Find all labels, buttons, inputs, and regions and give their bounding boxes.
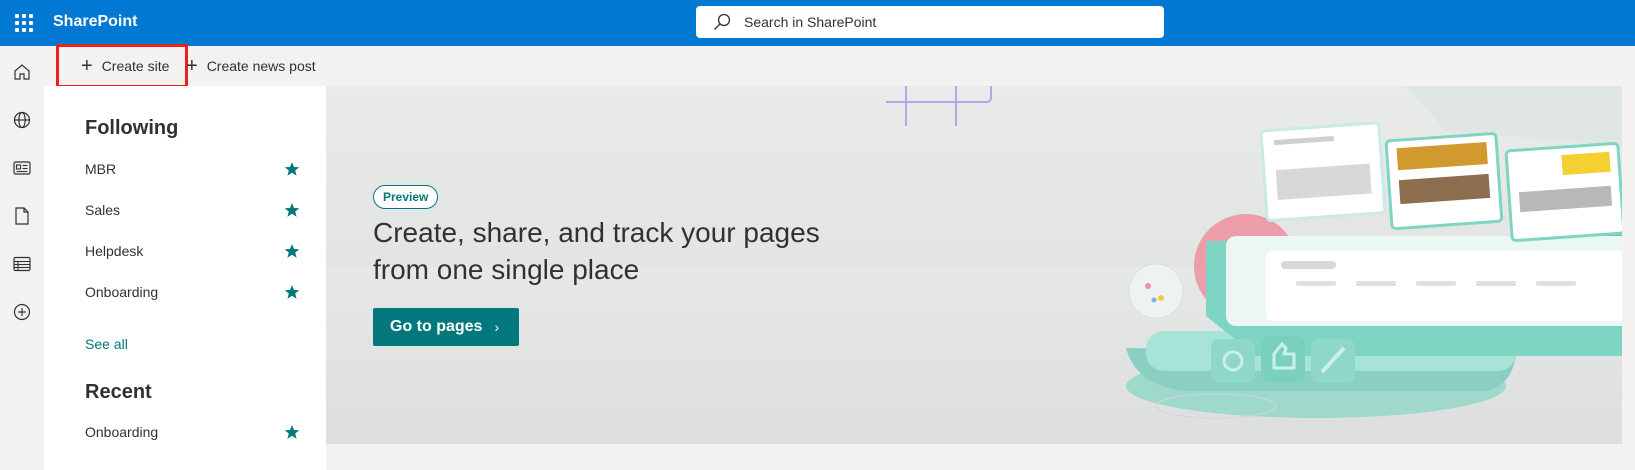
following-site-item[interactable]: Onboarding — [85, 280, 300, 304]
following-site-item[interactable]: Sales — [85, 198, 300, 222]
hero-banner: Preview Create, share, and track your pa… — [326, 86, 1622, 444]
following-heading: Following — [85, 117, 179, 139]
following-site-item[interactable]: Helpdesk — [85, 239, 300, 263]
recent-heading: Recent — [85, 381, 152, 403]
home-icon[interactable] — [6, 56, 38, 88]
create-site-button[interactable]: + Create site — [56, 44, 188, 88]
site-label: Sales — [85, 202, 121, 218]
chevron-right-icon: › — [494, 319, 500, 335]
news-icon[interactable] — [6, 152, 38, 184]
app-title[interactable]: SharePoint — [53, 13, 137, 31]
create-news-post-button[interactable]: + Create news post — [186, 46, 316, 86]
sites-panel: Following MBR Sales Helpdesk Onboarding … — [44, 86, 326, 470]
create-news-post-label: Create news post — [206, 58, 316, 74]
preview-badge: Preview — [373, 185, 439, 209]
add-circle-icon[interactable] — [6, 296, 38, 328]
globe-icon[interactable] — [6, 104, 38, 136]
site-label: Onboarding — [85, 284, 159, 300]
app-bar — [0, 46, 44, 470]
hero-title: Create, share, and track your pages from… — [373, 217, 820, 285]
star-icon[interactable] — [284, 243, 300, 259]
hero-illustration — [886, 86, 1622, 419]
following-site-item[interactable]: MBR — [85, 157, 300, 181]
search-box[interactable] — [696, 6, 1164, 38]
document-icon[interactable] — [6, 200, 38, 232]
star-icon[interactable] — [284, 202, 300, 218]
suite-header: SharePoint — [0, 0, 1635, 46]
search-icon — [714, 13, 731, 30]
command-bar: + Create site + Create news post — [44, 44, 1635, 88]
create-site-label: Create site — [101, 58, 170, 74]
recent-site-item[interactable]: Onboarding — [85, 420, 300, 444]
star-icon[interactable] — [284, 284, 300, 300]
plus-icon: + — [186, 55, 198, 77]
list-icon[interactable] — [6, 248, 38, 280]
star-icon[interactable] — [284, 161, 300, 177]
see-all-link[interactable]: See all — [85, 336, 128, 352]
app-launcher-icon[interactable] — [10, 11, 34, 35]
plus-icon: + — [81, 55, 93, 77]
star-icon[interactable] — [284, 424, 300, 440]
go-to-pages-label: Go to pages — [390, 318, 483, 335]
site-label: Helpdesk — [85, 243, 144, 259]
site-label: MBR — [85, 161, 117, 177]
go-to-pages-button[interactable]: Go to pages › — [373, 308, 519, 346]
search-input[interactable] — [744, 6, 1154, 38]
site-label: Onboarding — [85, 424, 159, 440]
